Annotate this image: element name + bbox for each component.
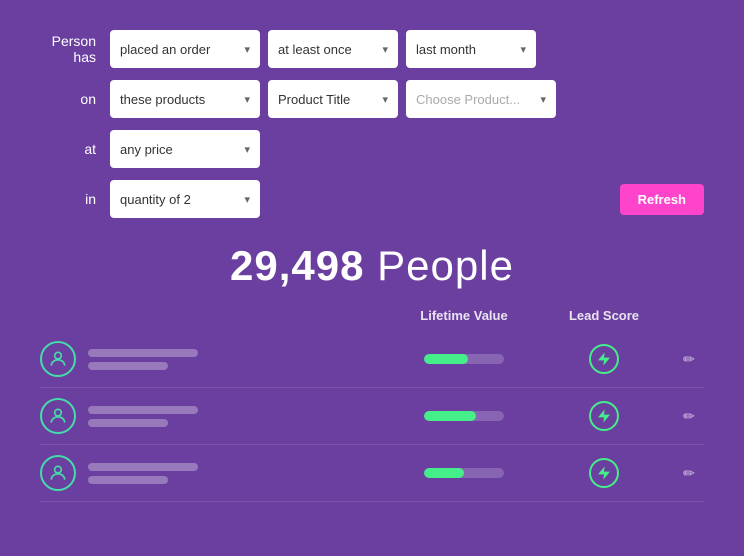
lightning-badge — [589, 401, 619, 431]
product-title-text: Product Title — [278, 92, 376, 107]
edit-col: ✏ — [674, 351, 704, 368]
lead-score-header: Lead Score — [534, 308, 674, 323]
person-detail-line — [88, 362, 168, 370]
avatar — [40, 398, 76, 434]
filter-row-2: on these products ▾ Product Title ▾ Choo… — [40, 80, 704, 118]
lifetime-value-cell — [394, 354, 534, 364]
count-number: 29,498 — [230, 242, 364, 289]
table-row: ✏ — [40, 388, 704, 445]
lightning-badge — [589, 344, 619, 374]
any-price-text: any price — [120, 142, 238, 157]
progress-bar-fill — [424, 468, 464, 478]
lifetime-value-cell — [394, 411, 534, 421]
lifetime-value-cell — [394, 468, 534, 478]
lightning-badge — [589, 458, 619, 488]
chevron-down-icon: ▾ — [540, 93, 546, 106]
filter-row-1: Person has placed an order ▾ at least on… — [40, 30, 704, 68]
lead-score-cell — [534, 344, 674, 374]
lifetime-value-header: Lifetime Value — [394, 308, 534, 323]
quantity-dropdown[interactable]: quantity of 2 ▾ — [110, 180, 260, 218]
people-label: People — [377, 242, 514, 289]
these-products-text: these products — [120, 92, 238, 107]
person-detail-line — [88, 476, 168, 484]
edit-icon[interactable]: ✏ — [683, 408, 695, 425]
refresh-button[interactable]: Refresh — [620, 184, 704, 215]
chevron-down-icon: ▾ — [244, 93, 250, 106]
at-least-once-text: at least once — [278, 42, 376, 57]
in-label: in — [40, 191, 110, 207]
person-detail-line — [88, 419, 168, 427]
at-least-once-dropdown[interactable]: at least once ▾ — [268, 30, 398, 68]
progress-bar — [424, 411, 504, 421]
last-month-dropdown[interactable]: last month ▾ — [406, 30, 536, 68]
filter-section: Person has placed an order ▾ at least on… — [40, 20, 704, 218]
main-container: Person has placed an order ▾ at least on… — [0, 0, 744, 556]
person-info — [88, 463, 394, 484]
choose-product-dropdown[interactable]: Choose Product... ▾ — [406, 80, 556, 118]
progress-bar — [424, 468, 504, 478]
person-has-label: Person has — [40, 33, 110, 65]
person-name-line — [88, 349, 198, 357]
table-row: ✏ — [40, 445, 704, 502]
chevron-down-icon: ▾ — [382, 43, 388, 56]
on-label: on — [40, 91, 110, 107]
avatar — [40, 455, 76, 491]
chevron-down-icon: ▾ — [244, 43, 250, 56]
edit-icon[interactable]: ✏ — [683, 465, 695, 482]
placed-order-dropdown[interactable]: placed an order ▾ — [110, 30, 260, 68]
product-title-dropdown[interactable]: Product Title ▾ — [268, 80, 398, 118]
edit-col: ✏ — [674, 465, 704, 482]
chevron-down-icon: ▾ — [244, 193, 250, 206]
person-name-line — [88, 406, 198, 414]
progress-bar-fill — [424, 411, 476, 421]
choose-product-text: Choose Product... — [416, 92, 534, 107]
quantity-text: quantity of 2 — [120, 192, 238, 207]
chevron-down-icon: ▾ — [520, 43, 526, 56]
lead-score-cell — [534, 401, 674, 431]
at-label: at — [40, 141, 110, 157]
lead-score-cell — [534, 458, 674, 488]
any-price-dropdown[interactable]: any price ▾ — [110, 130, 260, 168]
filter-row-3: at any price ▾ — [40, 130, 704, 168]
table-headers: Lifetime Value Lead Score — [0, 308, 744, 331]
people-count: 29,498 People — [230, 242, 514, 289]
progress-bar — [424, 354, 504, 364]
chevron-down-icon: ▾ — [382, 93, 388, 106]
person-info — [88, 406, 394, 427]
edit-icon[interactable]: ✏ — [683, 351, 695, 368]
edit-col: ✏ — [674, 408, 704, 425]
these-products-dropdown[interactable]: these products ▾ — [110, 80, 260, 118]
placed-order-text: placed an order — [120, 42, 238, 57]
avatar — [40, 341, 76, 377]
person-info — [88, 349, 394, 370]
person-rows: ✏ — [0, 331, 744, 502]
table-row: ✏ — [40, 331, 704, 388]
chevron-down-icon: ▾ — [244, 143, 250, 156]
results-section: 29,498 People — [40, 242, 704, 290]
filter-row-4: in quantity of 2 ▾ Refresh — [40, 180, 704, 218]
last-month-text: last month — [416, 42, 514, 57]
person-name-line — [88, 463, 198, 471]
progress-bar-fill — [424, 354, 468, 364]
